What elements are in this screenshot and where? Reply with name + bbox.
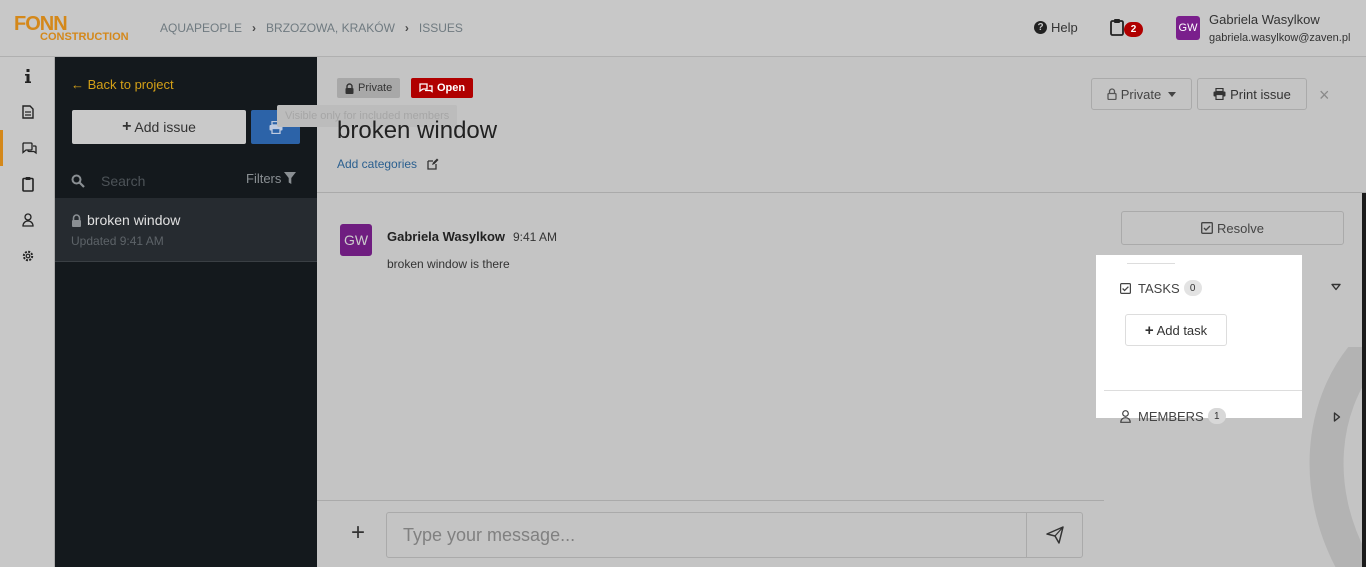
status-badge-label: Open [437,82,466,94]
panel-divider [1127,263,1175,264]
search-input[interactable]: Search [101,173,145,189]
add-issue-button[interactable]: + Add issue [72,110,246,144]
rail-item-settings[interactable] [0,238,55,274]
close-icon[interactable]: × [1319,85,1330,106]
user-icon [1120,409,1131,423]
chat-icon [22,142,37,155]
issue-item-updated: Updated 9:41 AM [71,234,164,248]
edit-icon[interactable] [427,158,439,170]
icon-rail [0,57,55,567]
tasks-label: TASKS [1138,280,1180,296]
add-task-label: Add task [1156,322,1208,338]
panel-divider [1104,390,1302,391]
avatar: GW [340,224,372,256]
issue-list-sidebar: ← Back to project + Add issue Search Fil… [55,57,317,567]
question-circle-icon: ? [1034,21,1047,34]
caret-down-icon [1168,91,1177,97]
filters-button[interactable]: Filters [246,171,297,186]
list-item[interactable]: broken window Updated 9:41 AM [55,198,317,262]
members-count-badge: 1 [1207,408,1226,424]
add-issue-label: Add issue [134,119,196,135]
tasks-count-badge: 0 [1183,280,1202,296]
attach-button[interactable]: + [351,519,365,547]
add-task-button[interactable]: + Add task [1125,314,1227,346]
avatar[interactable]: GW [1176,16,1200,40]
background-decoration [1309,347,1366,567]
chevron-down-icon[interactable] [1331,283,1341,291]
resolve-label: Resolve [1217,220,1264,236]
send-button[interactable] [1026,512,1083,558]
chevron-right-icon[interactable] [1333,412,1341,422]
notification-count-badge: 2 [1124,22,1143,37]
check-square-icon [1120,282,1131,294]
lock-icon [72,213,81,227]
resolve-button[interactable]: Resolve [1121,211,1344,245]
issue-item-title-row: broken window [71,212,180,228]
logo-line2: CONSTRUCTION [40,31,129,43]
fonn-logo[interactable]: FONN CONSTRUCTION [14,13,132,45]
user-icon [21,213,34,227]
message-text: broken window is there [387,257,510,271]
plus-icon: + [122,118,132,135]
add-categories-label: Add categories [337,157,418,171]
breadcrumb-item-site[interactable]: BRZOZOWA, KRAKÓW [266,21,395,35]
chevron-right-icon: › [252,21,257,35]
message-input[interactable]: Type your message... [386,512,1027,558]
gear-icon [22,250,33,262]
help-link[interactable]: ? Help [1034,20,1078,35]
rail-item-info[interactable] [0,58,55,94]
private-badge: Private [337,78,401,98]
lock-icon [1107,88,1117,100]
check-square-icon [1201,222,1213,234]
status-badge: Open [411,78,474,98]
clipboard-icon [1110,19,1124,36]
print-issue-button[interactable]: Print issue [1197,78,1307,110]
message-author: Gabriela Wasylkow [387,229,506,244]
message-time: 9:41 AM [513,230,558,244]
issue-header: Private Open Visible only for included m… [277,57,1366,193]
issue-detail: Private Open Visible only for included m… [277,57,1366,567]
tasks-header[interactable]: TASKS 0 [1120,280,1202,296]
top-bar: FONN CONSTRUCTION AQUAPEOPLE › BRZOZOWA,… [0,0,1366,57]
rail-item-issues[interactable] [0,130,55,166]
print-issue-label: Print issue [1230,86,1291,102]
help-label: Help [1051,20,1078,35]
lock-icon [345,82,354,94]
rail-item-members[interactable] [0,202,55,238]
privacy-dropdown-label: Private [1120,86,1162,102]
members-header[interactable]: MEMBERS 1 [1120,408,1226,424]
filter-icon [284,172,297,184]
add-categories-link[interactable]: Add categories [337,157,439,171]
search-icon [71,174,85,188]
message-composer: + Type your message... [317,500,1104,567]
breadcrumb-item-project[interactable]: AQUAPEOPLE [160,21,242,35]
breadcrumb-item-issues[interactable]: ISSUES [419,21,463,35]
document-icon [21,105,34,119]
rail-item-tasks[interactable] [0,166,55,202]
scrollbar[interactable] [1362,193,1366,567]
page-title: broken window [337,117,498,144]
rail-item-documents[interactable] [0,94,55,130]
tasks-panel: TASKS 0 + Add task [1096,255,1302,418]
issue-item-title: broken window [87,212,181,228]
private-badge-label: Private [358,82,393,94]
filters-label: Filters [246,171,282,186]
chevron-right-icon: › [404,21,409,35]
info-icon [24,69,31,83]
back-to-project-link[interactable]: ← Back to project [71,77,174,92]
privacy-dropdown[interactable]: Private [1091,78,1192,110]
chat-icon [419,82,433,93]
members-label: MEMBERS [1138,408,1204,424]
send-icon [1045,526,1064,544]
printer-icon [1213,88,1226,100]
clipboard-icon [21,177,34,192]
plus-icon: + [1144,321,1154,339]
breadcrumb: AQUAPEOPLE › BRZOZOWA, KRAKÓW › ISSUES [160,21,463,35]
user-email: gabriela.wasylkow@zaven.pl [1209,32,1351,44]
user-name[interactable]: Gabriela Wasylkow [1209,12,1320,27]
notifications-button[interactable]: 2 [1110,18,1144,40]
